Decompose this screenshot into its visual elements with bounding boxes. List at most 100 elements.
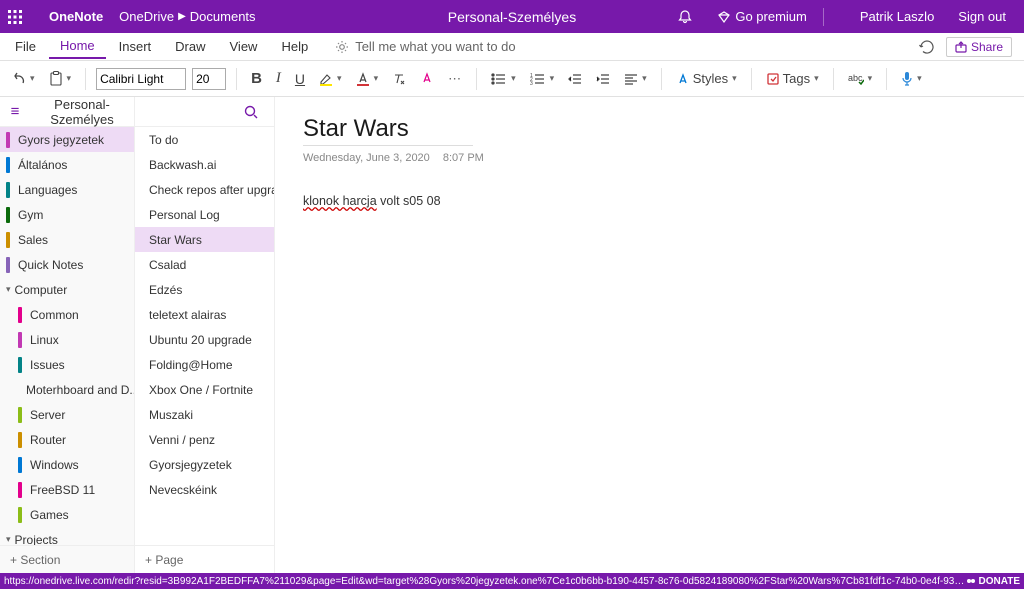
numbering-button[interactable]: 123▾ bbox=[526, 69, 559, 89]
page-item[interactable]: Ubuntu 20 upgrade bbox=[135, 327, 274, 352]
chevron-down-icon: ▾ bbox=[6, 534, 11, 545]
italic-button[interactable]: I bbox=[272, 67, 285, 90]
hamburger-icon[interactable]: ≡ bbox=[0, 103, 30, 120]
menu-draw[interactable]: Draw bbox=[164, 35, 216, 58]
misspelled-text[interactable]: klonok harcja bbox=[303, 194, 377, 208]
user-name[interactable]: Patrik Laszlo bbox=[850, 0, 944, 33]
add-section-button[interactable]: + Section bbox=[0, 545, 134, 573]
share-label: Share bbox=[971, 40, 1003, 54]
section-item[interactable]: Általános bbox=[0, 152, 134, 177]
page-item[interactable]: Check repos after upgrade bbox=[135, 177, 274, 202]
page-item[interactable]: Edzés bbox=[135, 277, 274, 302]
font-size-input[interactable] bbox=[192, 68, 226, 90]
section-label: FreeBSD 11 bbox=[30, 483, 95, 497]
section-group[interactable]: ▾ Projects bbox=[0, 527, 134, 545]
section-color-tab bbox=[18, 407, 22, 423]
section-color-tab bbox=[6, 257, 10, 273]
section-color-tab bbox=[18, 482, 22, 498]
page-item[interactable]: Personal Log bbox=[135, 202, 274, 227]
format-painter-button[interactable] bbox=[416, 69, 438, 89]
more-formatting-icon[interactable]: ⋯ bbox=[444, 68, 466, 90]
page-item[interactable]: Venni / penz bbox=[135, 427, 274, 452]
search-icon[interactable] bbox=[244, 105, 274, 119]
tags-button[interactable]: Tags▾ bbox=[762, 68, 823, 89]
go-premium-button[interactable]: Go premium bbox=[707, 0, 817, 33]
page-item[interactable]: Xbox One / Fortnite bbox=[135, 377, 274, 402]
section-color-tab bbox=[18, 432, 22, 448]
note-title[interactable]: Star Wars bbox=[303, 115, 473, 146]
catch-up-icon[interactable] bbox=[918, 39, 936, 55]
spellcheck-button[interactable]: abc▾ bbox=[844, 69, 877, 89]
section-label: Games bbox=[30, 508, 69, 522]
note-body[interactable]: klonok harcja volt s05 08 bbox=[303, 194, 996, 208]
align-button[interactable]: ▾ bbox=[620, 69, 651, 89]
section-item[interactable]: Gym bbox=[0, 202, 134, 227]
section-label: Languages bbox=[18, 183, 77, 197]
section-item[interactable]: Sales bbox=[0, 227, 134, 252]
section-item[interactable]: Common bbox=[0, 302, 134, 327]
section-item[interactable]: Moterhboard and D... bbox=[0, 377, 134, 402]
section-item[interactable]: Games bbox=[0, 502, 134, 527]
underline-button[interactable]: U bbox=[291, 68, 309, 90]
section-item[interactable]: FreeBSD 11 bbox=[0, 477, 134, 502]
section-item[interactable]: Quick Notes bbox=[0, 252, 134, 277]
menu-file[interactable]: File bbox=[4, 35, 47, 58]
section-color-tab bbox=[18, 457, 22, 473]
styles-button[interactable]: Styles▾ bbox=[672, 68, 741, 89]
section-label: Projects bbox=[15, 533, 58, 546]
clipboard-button[interactable]: ▾ bbox=[45, 68, 76, 90]
note-meta: Wednesday, June 3, 2020 8:07 PM bbox=[303, 152, 996, 164]
indent-button[interactable] bbox=[592, 69, 614, 89]
notebook-title[interactable]: Personal-Személyes bbox=[30, 97, 134, 127]
section-label: Általános bbox=[18, 158, 67, 172]
section-item[interactable]: Windows bbox=[0, 452, 134, 477]
add-page-button[interactable]: + Page bbox=[135, 545, 274, 573]
donate-button[interactable]: DONATE bbox=[966, 576, 1020, 587]
page-item[interactable]: Star Wars bbox=[135, 227, 274, 252]
app-name[interactable]: OneNote bbox=[43, 9, 109, 24]
section-item[interactable]: Languages bbox=[0, 177, 134, 202]
section-label: Issues bbox=[30, 358, 65, 372]
note-canvas[interactable]: Star Wars Wednesday, June 3, 2020 8:07 P… bbox=[275, 97, 1024, 573]
undo-button[interactable]: ▾ bbox=[8, 69, 39, 89]
page-item[interactable]: Csalad bbox=[135, 252, 274, 277]
outdent-button[interactable] bbox=[564, 69, 586, 89]
note-text[interactable]: volt s05 08 bbox=[377, 194, 441, 208]
menu-insert[interactable]: Insert bbox=[108, 35, 163, 58]
section-item[interactable]: Server bbox=[0, 402, 134, 427]
section-item[interactable]: Router bbox=[0, 427, 134, 452]
clear-formatting-button[interactable] bbox=[388, 69, 410, 89]
font-color-button[interactable]: ▾ bbox=[352, 69, 383, 89]
page-item[interactable]: Folding@Home bbox=[135, 352, 274, 377]
highlight-button[interactable]: ▾ bbox=[315, 69, 346, 89]
section-group[interactable]: ▾Computer bbox=[0, 277, 134, 302]
section-item[interactable]: Issues bbox=[0, 352, 134, 377]
section-item[interactable]: Linux bbox=[0, 327, 134, 352]
menu-help[interactable]: Help bbox=[270, 35, 319, 58]
bullets-button[interactable]: ▾ bbox=[487, 69, 520, 89]
page-item[interactable]: To do bbox=[135, 127, 274, 152]
section-color-tab bbox=[18, 357, 22, 373]
page-item[interactable]: teletext alairas bbox=[135, 302, 274, 327]
sign-out-button[interactable]: Sign out bbox=[948, 0, 1016, 33]
app-launcher-icon[interactable] bbox=[8, 10, 41, 24]
breadcrumb-onedrive[interactable]: OneDrive bbox=[119, 9, 174, 24]
tell-me-search[interactable]: Tell me what you want to do bbox=[335, 39, 515, 54]
section-label: Linux bbox=[30, 333, 59, 347]
section-color-tab bbox=[6, 157, 10, 173]
section-item[interactable]: Gyors jegyzetek bbox=[0, 127, 134, 152]
notifications-icon[interactable] bbox=[667, 0, 703, 33]
separator bbox=[823, 8, 844, 26]
font-name-input[interactable] bbox=[96, 68, 186, 90]
dictate-button[interactable]: ▾ bbox=[897, 68, 926, 90]
breadcrumb-documents[interactable]: Documents bbox=[190, 9, 256, 24]
menu-view[interactable]: View bbox=[219, 35, 269, 58]
page-item[interactable]: Nevecskéink bbox=[135, 477, 274, 502]
menu-home[interactable]: Home bbox=[49, 34, 106, 59]
page-item[interactable]: Backwash.ai bbox=[135, 152, 274, 177]
bold-button[interactable]: B bbox=[247, 67, 266, 90]
share-button[interactable]: Share bbox=[946, 37, 1012, 57]
page-item[interactable]: Muszaki bbox=[135, 402, 274, 427]
page-item[interactable]: Gyorsjegyzetek bbox=[135, 452, 274, 477]
note-time: 8:07 PM bbox=[443, 152, 484, 164]
